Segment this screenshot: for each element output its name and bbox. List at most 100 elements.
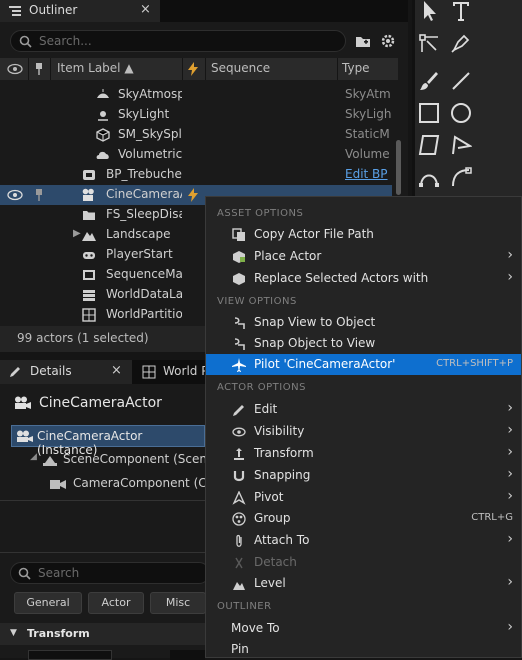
outliner-row[interactable]: SkyLight SkyLigh: [0, 105, 392, 125]
pen-tool-icon[interactable]: [450, 32, 472, 54]
edit-points-icon[interactable]: [418, 32, 440, 54]
outliner-row[interactable]: BP_Trebuche Edit BP: [0, 165, 392, 185]
filter-actor-button[interactable]: Actor: [88, 592, 144, 614]
outliner-search-input[interactable]: Search...: [10, 30, 346, 52]
arc-tool-icon[interactable]: [418, 166, 440, 188]
item-label-column[interactable]: Item Label ▲: [57, 61, 134, 75]
gear-icon[interactable]: [380, 33, 396, 49]
sequence-column[interactable]: Sequence: [211, 61, 270, 75]
rectangle-tool-icon[interactable]: [418, 102, 440, 124]
move-to-item[interactable]: Move To ›: [206, 618, 521, 639]
location-dropdown[interactable]: [28, 650, 112, 660]
close-icon[interactable]: ×: [140, 2, 151, 17]
transform-section-label: Transform: [27, 627, 90, 640]
group-item[interactable]: Group CTRL+G: [206, 508, 521, 529]
add-folder-icon[interactable]: [355, 34, 371, 48]
group-label: Group: [254, 511, 291, 525]
expand-arrow-icon[interactable]: ▶: [73, 228, 81, 239]
line-tool-icon[interactable]: [450, 70, 472, 92]
world-settings-label: World P: [163, 364, 209, 378]
outliner-row-label: FS_SleepDisa: [106, 207, 182, 221]
brush-icon[interactable]: [418, 70, 440, 92]
eye-icon[interactable]: [7, 63, 23, 75]
details-tab[interactable]: Details ×: [0, 360, 132, 384]
expand-arrow-icon[interactable]: ◢: [30, 452, 37, 462]
snap-icon: [234, 317, 245, 329]
outliner-row-label: Landscape: [106, 227, 171, 241]
polyline-tool-icon[interactable]: [450, 134, 472, 156]
text-tool-icon[interactable]: [450, 0, 472, 22]
pilot-actor-item[interactable]: Pilot 'CineCameraActor' CTRL+SHIFT+P: [206, 354, 521, 375]
pin-icon[interactable]: [34, 62, 44, 76]
pilot-shortcut: CTRL+SHIFT+P: [436, 358, 513, 369]
transform-section-header[interactable]: ▼ Transform: [0, 623, 205, 645]
type-column[interactable]: Type: [342, 61, 370, 75]
select-icon[interactable]: [418, 0, 440, 22]
actor-count: 99 actors (1 selected): [17, 331, 149, 345]
level-item[interactable]: Level ›: [206, 573, 521, 594]
details-search-input[interactable]: Search: [10, 562, 210, 584]
place-actor-item[interactable]: Place Actor ›: [206, 246, 521, 267]
filter-misc-button[interactable]: Misc: [150, 592, 206, 614]
camera-icon: [17, 430, 33, 442]
collapse-arrow-icon: ▼: [10, 628, 17, 638]
pencil-icon: [10, 367, 20, 377]
outliner-row[interactable]: SkyAtmosp SkyAtm: [0, 85, 392, 105]
replace-selected-actors-item[interactable]: Replace Selected Actors with ›: [206, 268, 521, 289]
snap-icon: [234, 338, 245, 350]
camera-icon: [82, 188, 94, 201]
polygon-tool-icon[interactable]: [418, 134, 440, 156]
lightning-icon: [188, 62, 198, 76]
outliner-row[interactable]: Volumetric(Volume: [0, 145, 392, 165]
folder-icon: [83, 211, 95, 220]
camera-component-icon: [50, 480, 66, 489]
outliner-row[interactable]: SM_SkySpl StaticM: [0, 125, 392, 145]
outliner-header: Item Label ▲ Sequence Type: [0, 58, 398, 80]
curve-tool-icon[interactable]: [450, 166, 472, 188]
outliner-row-label: SkyLight: [118, 107, 170, 121]
lightning-icon: [188, 188, 198, 202]
outliner-row-label: Volumetric(: [118, 147, 182, 161]
details-tab-label: Details: [30, 364, 72, 378]
snap-view-to-object-item[interactable]: Snap View to Object: [206, 312, 521, 333]
player-start-icon: [83, 252, 95, 259]
outliner-scrollbar[interactable]: [396, 140, 401, 195]
eye-icon[interactable]: [7, 189, 23, 201]
world-settings-icon: [142, 365, 156, 379]
transform-item[interactable]: Transform ›: [206, 443, 521, 464]
edit-item[interactable]: Edit ›: [206, 399, 521, 420]
location-x-field[interactable]: [170, 650, 205, 660]
outliner-row-type[interactable]: Edit BP: [345, 167, 391, 181]
visibility-item[interactable]: Visibility ›: [206, 421, 521, 442]
pencil-icon: [233, 405, 244, 416]
filter-general-button[interactable]: General: [14, 592, 82, 614]
submenu-arrow-icon: ›: [507, 531, 513, 547]
pilot-actor-label: Pilot 'CineCameraActor': [254, 357, 396, 371]
outliner-row-type: SkyLigh: [345, 107, 391, 121]
pin-item[interactable]: Pin: [206, 639, 521, 660]
snap-object-to-view-item[interactable]: Snap Object to View: [206, 333, 521, 354]
ellipse-tool-icon[interactable]: [450, 102, 472, 124]
copy-actor-file-path-label: Copy Actor File Path: [254, 227, 374, 241]
attach-to-item[interactable]: Attach To ›: [206, 530, 521, 551]
pin-icon[interactable]: [34, 188, 44, 202]
camera-component-row[interactable]: CameraComponent (Ca: [50, 474, 214, 494]
snapping-item[interactable]: Snapping ›: [206, 465, 521, 486]
submenu-arrow-icon: ›: [507, 400, 513, 416]
scene-component-row[interactable]: ◢ SceneComponent (Scene: [30, 450, 214, 470]
attach-to-label: Attach To: [254, 533, 310, 547]
instance-row[interactable]: CineCameraActor (Instance): [11, 425, 205, 457]
search-placeholder: Search...: [39, 34, 92, 48]
group-icon: [232, 512, 246, 526]
detach-item: Detach: [206, 552, 521, 573]
skylight-icon: [98, 111, 108, 121]
outliner-tab[interactable]: Outliner ×: [0, 0, 160, 22]
snap-view-to-object-label: Snap View to Object: [254, 315, 376, 329]
world-settings-tab[interactable]: World P: [136, 360, 216, 384]
divider: [0, 500, 205, 501]
detach-icon: [235, 557, 243, 569]
pivot-item[interactable]: Pivot ›: [206, 487, 521, 508]
copy-actor-file-path-item[interactable]: Copy Actor File Path: [206, 224, 521, 245]
close-icon[interactable]: ×: [111, 363, 122, 378]
pivot-icon: [232, 491, 246, 505]
